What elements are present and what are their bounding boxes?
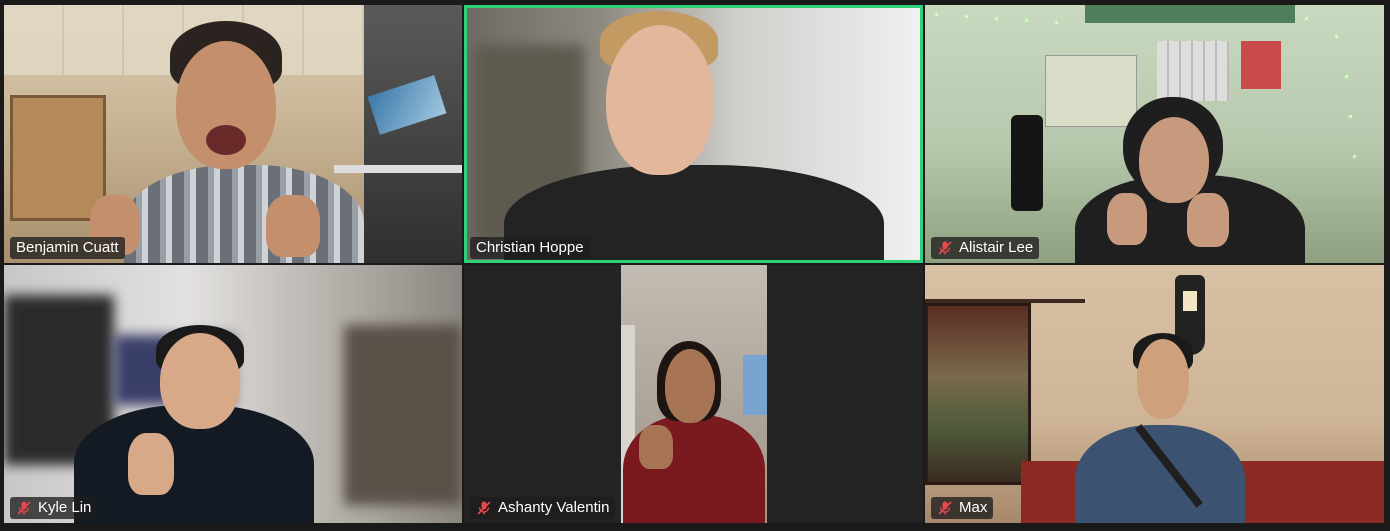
participant-name: Alistair Lee: [959, 239, 1034, 256]
participant-video: [925, 5, 1384, 263]
participant-video: [4, 265, 462, 523]
participant-name: Benjamin Cuatt: [16, 239, 119, 256]
participant-name: Max: [959, 499, 988, 516]
participant-video: [925, 265, 1384, 523]
participant-name: Kyle Lin: [38, 499, 92, 516]
mic-muted-icon: [17, 501, 31, 515]
participant-video: [464, 5, 923, 263]
participant-tile-alistair-lee[interactable]: Alistair Lee: [925, 5, 1384, 263]
participant-name-tag: Ashanty Valentin: [470, 497, 616, 519]
participant-video: [621, 265, 767, 523]
participant-tile-ashanty-valentin[interactable]: Ashanty Valentin: [464, 265, 923, 523]
video-gallery: Benjamin Cuatt Christian Hoppe Alistair …: [0, 0, 1390, 531]
mic-muted-icon: [938, 501, 952, 515]
participant-tile-benjamin-cuatt[interactable]: Benjamin Cuatt: [4, 5, 462, 263]
mic-muted-icon: [477, 501, 491, 515]
participant-tile-max[interactable]: Max: [925, 265, 1384, 523]
participant-name-tag: Christian Hoppe: [470, 237, 590, 259]
participant-name-tag: Benjamin Cuatt: [10, 237, 125, 259]
participant-name-tag: Max: [931, 497, 994, 519]
participant-name: Ashanty Valentin: [498, 499, 610, 516]
participant-tile-christian-hoppe[interactable]: Christian Hoppe: [464, 5, 923, 263]
participant-name: Christian Hoppe: [476, 239, 584, 256]
participant-tile-kyle-lin[interactable]: Kyle Lin: [4, 265, 462, 523]
mic-muted-icon: [938, 241, 952, 255]
participant-name-tag: Kyle Lin: [10, 497, 98, 519]
participant-video: [4, 5, 462, 263]
participant-name-tag: Alistair Lee: [931, 237, 1040, 259]
